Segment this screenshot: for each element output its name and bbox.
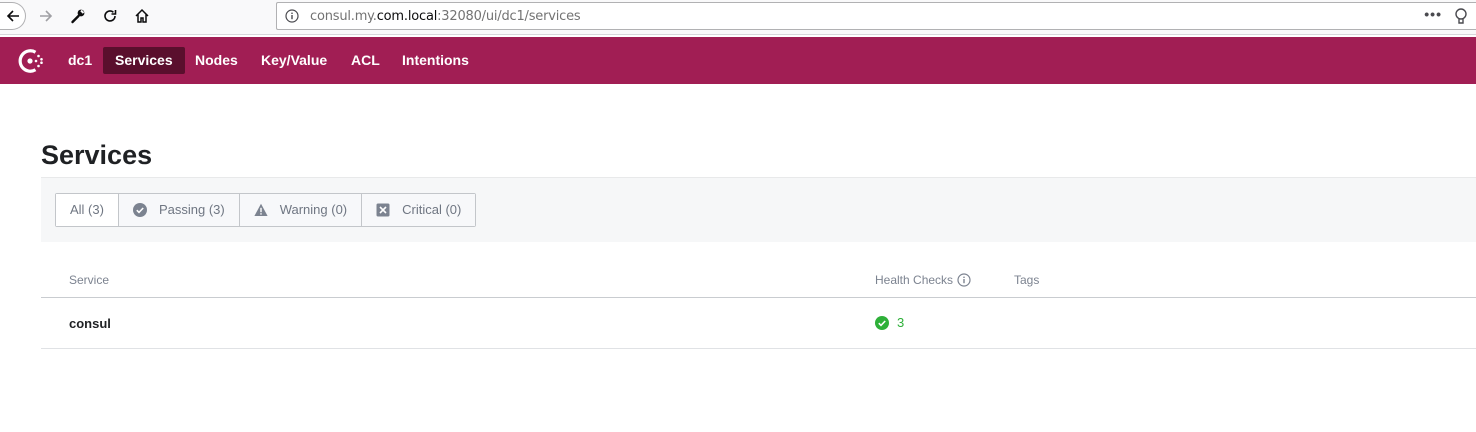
- lightbulb-icon[interactable]: [1454, 8, 1468, 26]
- column-header-health-checks[interactable]: Health Checks: [875, 273, 971, 287]
- check-circle-icon: [875, 315, 889, 330]
- health-checks-cell: 3: [875, 315, 904, 330]
- column-header-service[interactable]: Service: [69, 273, 109, 287]
- arrow-left-icon: [6, 10, 19, 22]
- main-navigation: dc1 Services Nodes Key/Value ACL Intenti…: [0, 37, 1476, 84]
- filter-bar: All (3) Passing (3) Warning (0) Critical…: [41, 177, 1476, 242]
- status-filter-group: All (3) Passing (3) Warning (0) Critical…: [55, 193, 477, 227]
- nav-item-services[interactable]: Services: [103, 47, 185, 74]
- passing-checks-count: 3: [897, 315, 905, 330]
- filter-all-label: All (3): [70, 202, 104, 217]
- back-button[interactable]: [0, 2, 26, 30]
- home-button[interactable]: [130, 4, 154, 28]
- table-header-divider: [41, 297, 1476, 298]
- filter-all-button[interactable]: All (3): [56, 194, 119, 226]
- filter-critical-label: Critical (0): [402, 202, 462, 217]
- consul-logo-icon[interactable]: [16, 46, 46, 76]
- datacenter-selector[interactable]: dc1: [56, 47, 104, 74]
- url-suffix: :32080/ui/dc1/services: [437, 9, 581, 24]
- browser-toolbar: consul.my.com.local:32080/ui/dc1/service…: [0, 0, 1476, 35]
- forward-button[interactable]: [34, 4, 58, 28]
- reload-icon: [104, 10, 117, 22]
- nav-item-intentions[interactable]: Intentions: [390, 47, 481, 74]
- filter-critical-button[interactable]: Critical (0): [362, 194, 476, 226]
- info-icon[interactable]: [957, 273, 971, 287]
- url-prefix: consul.my.: [310, 9, 377, 24]
- tools-button[interactable]: [66, 4, 90, 28]
- warning-triangle-icon: [254, 203, 268, 216]
- arrow-right-icon: [40, 10, 53, 22]
- filter-passing-button[interactable]: Passing (3): [118, 194, 240, 226]
- nav-item-key-value[interactable]: Key/Value: [249, 47, 339, 74]
- url-domain: com.local: [376, 9, 438, 24]
- reload-button[interactable]: [98, 4, 122, 28]
- nav-item-nodes[interactable]: Nodes: [183, 47, 250, 74]
- filter-warning-label: Warning (0): [279, 202, 348, 217]
- table-row-divider: [41, 348, 1476, 349]
- filter-passing-label: Passing (3): [158, 202, 225, 217]
- page-title: Services: [41, 140, 153, 170]
- check-circle-icon: [132, 203, 147, 217]
- x-square-icon: [376, 203, 390, 217]
- address-bar[interactable]: consul.my.com.local:32080/ui/dc1/service…: [276, 2, 1476, 30]
- column-header-tags[interactable]: Tags: [1014, 273, 1039, 287]
- filter-warning-button[interactable]: Warning (0): [239, 194, 363, 226]
- home-icon: [135, 8, 149, 23]
- health-checks-header-label: Health Checks: [875, 273, 954, 287]
- nav-item-acl[interactable]: ACL: [339, 47, 392, 74]
- wrench-icon: [71, 9, 85, 24]
- service-link-consul[interactable]: consul: [69, 316, 111, 331]
- info-icon[interactable]: [285, 9, 299, 23]
- url-text[interactable]: consul.my.com.local:32080/ui/dc1/service…: [310, 9, 581, 24]
- page-actions-button[interactable]: •••: [1424, 6, 1442, 22]
